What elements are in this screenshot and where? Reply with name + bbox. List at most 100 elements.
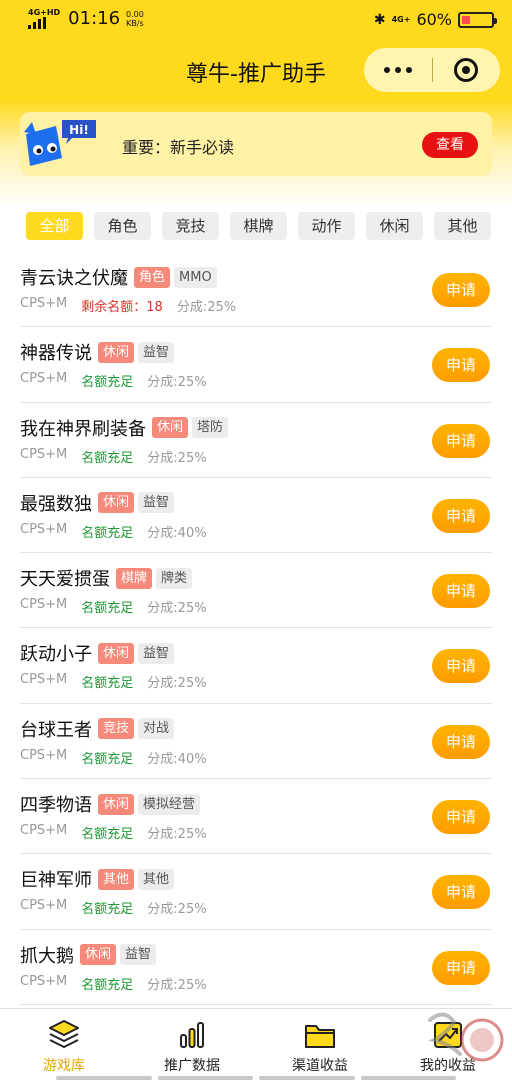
category-tag: 休闲 — [98, 793, 135, 815]
category-tag: 休闲 — [80, 944, 117, 966]
billing-model: CPS+M — [20, 371, 68, 387]
quota-status: 名额充足 — [81, 977, 134, 993]
list-item[interactable]: 青云诀之伏魔 角色 MMO CPS+M 剩余名额：18 分成:25% 申请 — [20, 252, 492, 328]
tab-all[interactable]: 全部 — [26, 212, 83, 240]
list-item[interactable]: 我在神界刷装备 休闲 塔防 CPS+M 名额充足 分成:25% 申请 — [20, 403, 492, 478]
billing-model: CPS+M — [20, 747, 68, 763]
category-tag: 其他 — [98, 868, 135, 890]
genre-tag: 牌类 — [156, 567, 193, 589]
game-name: 最强数独 — [20, 493, 92, 515]
category-tag: 休闲 — [98, 341, 135, 363]
quota-status: 名额充足 — [81, 375, 134, 391]
tab-action[interactable]: 动作 — [298, 212, 355, 240]
more-menu-icon[interactable] — [364, 67, 432, 73]
tab-competitive[interactable]: 竞技 — [162, 212, 219, 240]
apply-button[interactable]: 申请 — [432, 649, 490, 684]
apply-button[interactable]: 申请 — [432, 574, 490, 609]
mini-program-capsule — [364, 48, 500, 92]
battery-percent: 60% — [416, 10, 452, 29]
speed-value: 0.00 — [126, 9, 144, 19]
revenue-share: 分成:25% — [176, 300, 237, 315]
genre-tag: 其他 — [138, 868, 175, 890]
list-item[interactable]: 抓大鹅 休闲 益智 CPS+M 名额充足 分成:25% 申请 — [20, 930, 492, 1005]
genre-tag: 益智 — [138, 341, 175, 363]
list-item[interactable]: 四季物语 休闲 模拟经营 CPS+M 名额充足 分成:25% 申请 — [20, 779, 492, 855]
bluetooth-icon: ✱ — [373, 11, 386, 28]
list-item[interactable]: 台球王者 竞技 对战 CPS+M 名额充足 分成:40% 申请 — [20, 704, 492, 780]
mascot-speech-text: Hi! — [69, 123, 89, 137]
billing-model: CPS+M — [20, 898, 68, 914]
game-name: 四季物语 — [20, 795, 92, 817]
view-button[interactable]: 查看 — [422, 132, 478, 158]
category-tag: 休闲 — [152, 417, 189, 439]
game-name: 青云诀之伏魔 — [20, 268, 128, 289]
apply-button[interactable]: 申请 — [432, 348, 490, 383]
apply-button[interactable]: 申请 — [432, 800, 490, 835]
game-name: 神器传说 — [20, 343, 92, 365]
quota-status: 名额充足 — [81, 676, 134, 692]
game-name: 跃动小子 — [20, 644, 92, 666]
list-item[interactable]: 最强数独 休闲 益智 CPS+M 名额充足 分成:40% 申请 — [20, 478, 492, 554]
tab-board-card[interactable]: 棋牌 — [230, 212, 287, 240]
apply-button[interactable]: 申请 — [432, 498, 490, 533]
genre-tag: 益智 — [138, 642, 175, 664]
list-item[interactable]: 天天爱掼蛋 棋牌 牌类 CPS+M 名额充足 分成:25% 申请 — [20, 553, 492, 629]
billing-model: CPS+M — [20, 672, 68, 688]
tab-role[interactable]: 角色 — [94, 212, 151, 240]
home-indicator — [0, 1076, 512, 1080]
tabbar-item-game-library[interactable]: 游戏库 — [0, 1009, 128, 1080]
revenue-share: 分成:25% — [147, 375, 207, 391]
category-tag: 休闲 — [98, 642, 135, 664]
status-bar: 4G+HD 01:16 0.00 KB/s ✱ 4G+ 60% — [0, 0, 512, 40]
apply-button[interactable]: 申请 — [432, 950, 490, 985]
apply-button[interactable]: 申请 — [432, 423, 490, 458]
category-tag: 竞技 — [98, 718, 135, 740]
list-item[interactable]: 巨神军师 其他 其他 CPS+M 名额充足 分成:25% 申请 — [20, 854, 492, 930]
close-target-icon[interactable] — [433, 58, 501, 82]
billing-model: CPS+M — [20, 521, 68, 537]
revenue-share: 分成:25% — [147, 827, 207, 843]
quota-status: 名额充足 — [81, 450, 134, 466]
apply-button[interactable]: 申请 — [432, 724, 490, 759]
tabbar-label: 渠道收益 — [292, 1058, 348, 1074]
genre-tag: MMO — [174, 266, 217, 288]
game-name: 抓大鹅 — [20, 945, 74, 967]
list-item[interactable]: 跃动小子 休闲 益智 CPS+M 名额充足 分成:25% 申请 — [20, 628, 492, 704]
tabbar-label: 推广数据 — [164, 1058, 220, 1074]
revenue-share: 分成:25% — [147, 977, 207, 993]
list-item[interactable]: 神器传说 休闲 益智 CPS+M 名额充足 分成:25% 申请 — [20, 327, 492, 403]
tabbar-item-promo-data[interactable]: 推广数据 — [128, 1009, 256, 1080]
nav-bar: 尊牛-推广助手 — [0, 48, 512, 94]
notice-text: 重要：新手必读 — [122, 138, 235, 157]
speed-unit: KB/s — [126, 18, 144, 28]
network-speed: 0.00 KB/s — [126, 10, 144, 28]
revenue-share: 分成:40% — [147, 525, 207, 541]
billing-model: CPS+M — [20, 973, 68, 989]
tab-other[interactable]: 其他 — [434, 212, 491, 240]
quota-status: 名额充足 — [81, 525, 134, 541]
clock: 01:16 — [68, 8, 121, 29]
billing-model: CPS+M — [20, 597, 68, 613]
revenue-share: 分成:25% — [147, 450, 207, 466]
apply-button[interactable]: 申请 — [432, 273, 490, 307]
game-name: 我在神界刷装备 — [20, 418, 146, 440]
category-tag: 棋牌 — [116, 567, 153, 589]
revenue-share: 分成:40% — [147, 751, 207, 767]
billing-model: CPS+M — [20, 823, 68, 839]
stack-icon — [49, 1020, 79, 1048]
cell-signal-icon: 4G+HD — [28, 8, 60, 29]
notice-banner[interactable]: Hi! 重要：新手必读 查看 — [20, 112, 492, 176]
quota-status: 名额充足 — [81, 601, 134, 617]
category-tag: 角色 — [134, 266, 171, 288]
tabbar-item-channel-earnings[interactable]: 渠道收益 — [256, 1009, 384, 1080]
quota-status: 剩余名额：18 — [81, 300, 163, 315]
game-name: 台球王者 — [20, 719, 92, 741]
apply-button[interactable]: 申请 — [432, 875, 490, 910]
quota-status: 名额充足 — [81, 827, 134, 843]
revenue-share: 分成:25% — [147, 902, 207, 918]
folder-icon — [305, 1025, 335, 1048]
watermark-seal-icon — [428, 1012, 504, 1062]
tab-casual[interactable]: 休闲 — [366, 212, 423, 240]
genre-tag: 益智 — [138, 492, 175, 514]
genre-tag: 益智 — [120, 944, 157, 966]
